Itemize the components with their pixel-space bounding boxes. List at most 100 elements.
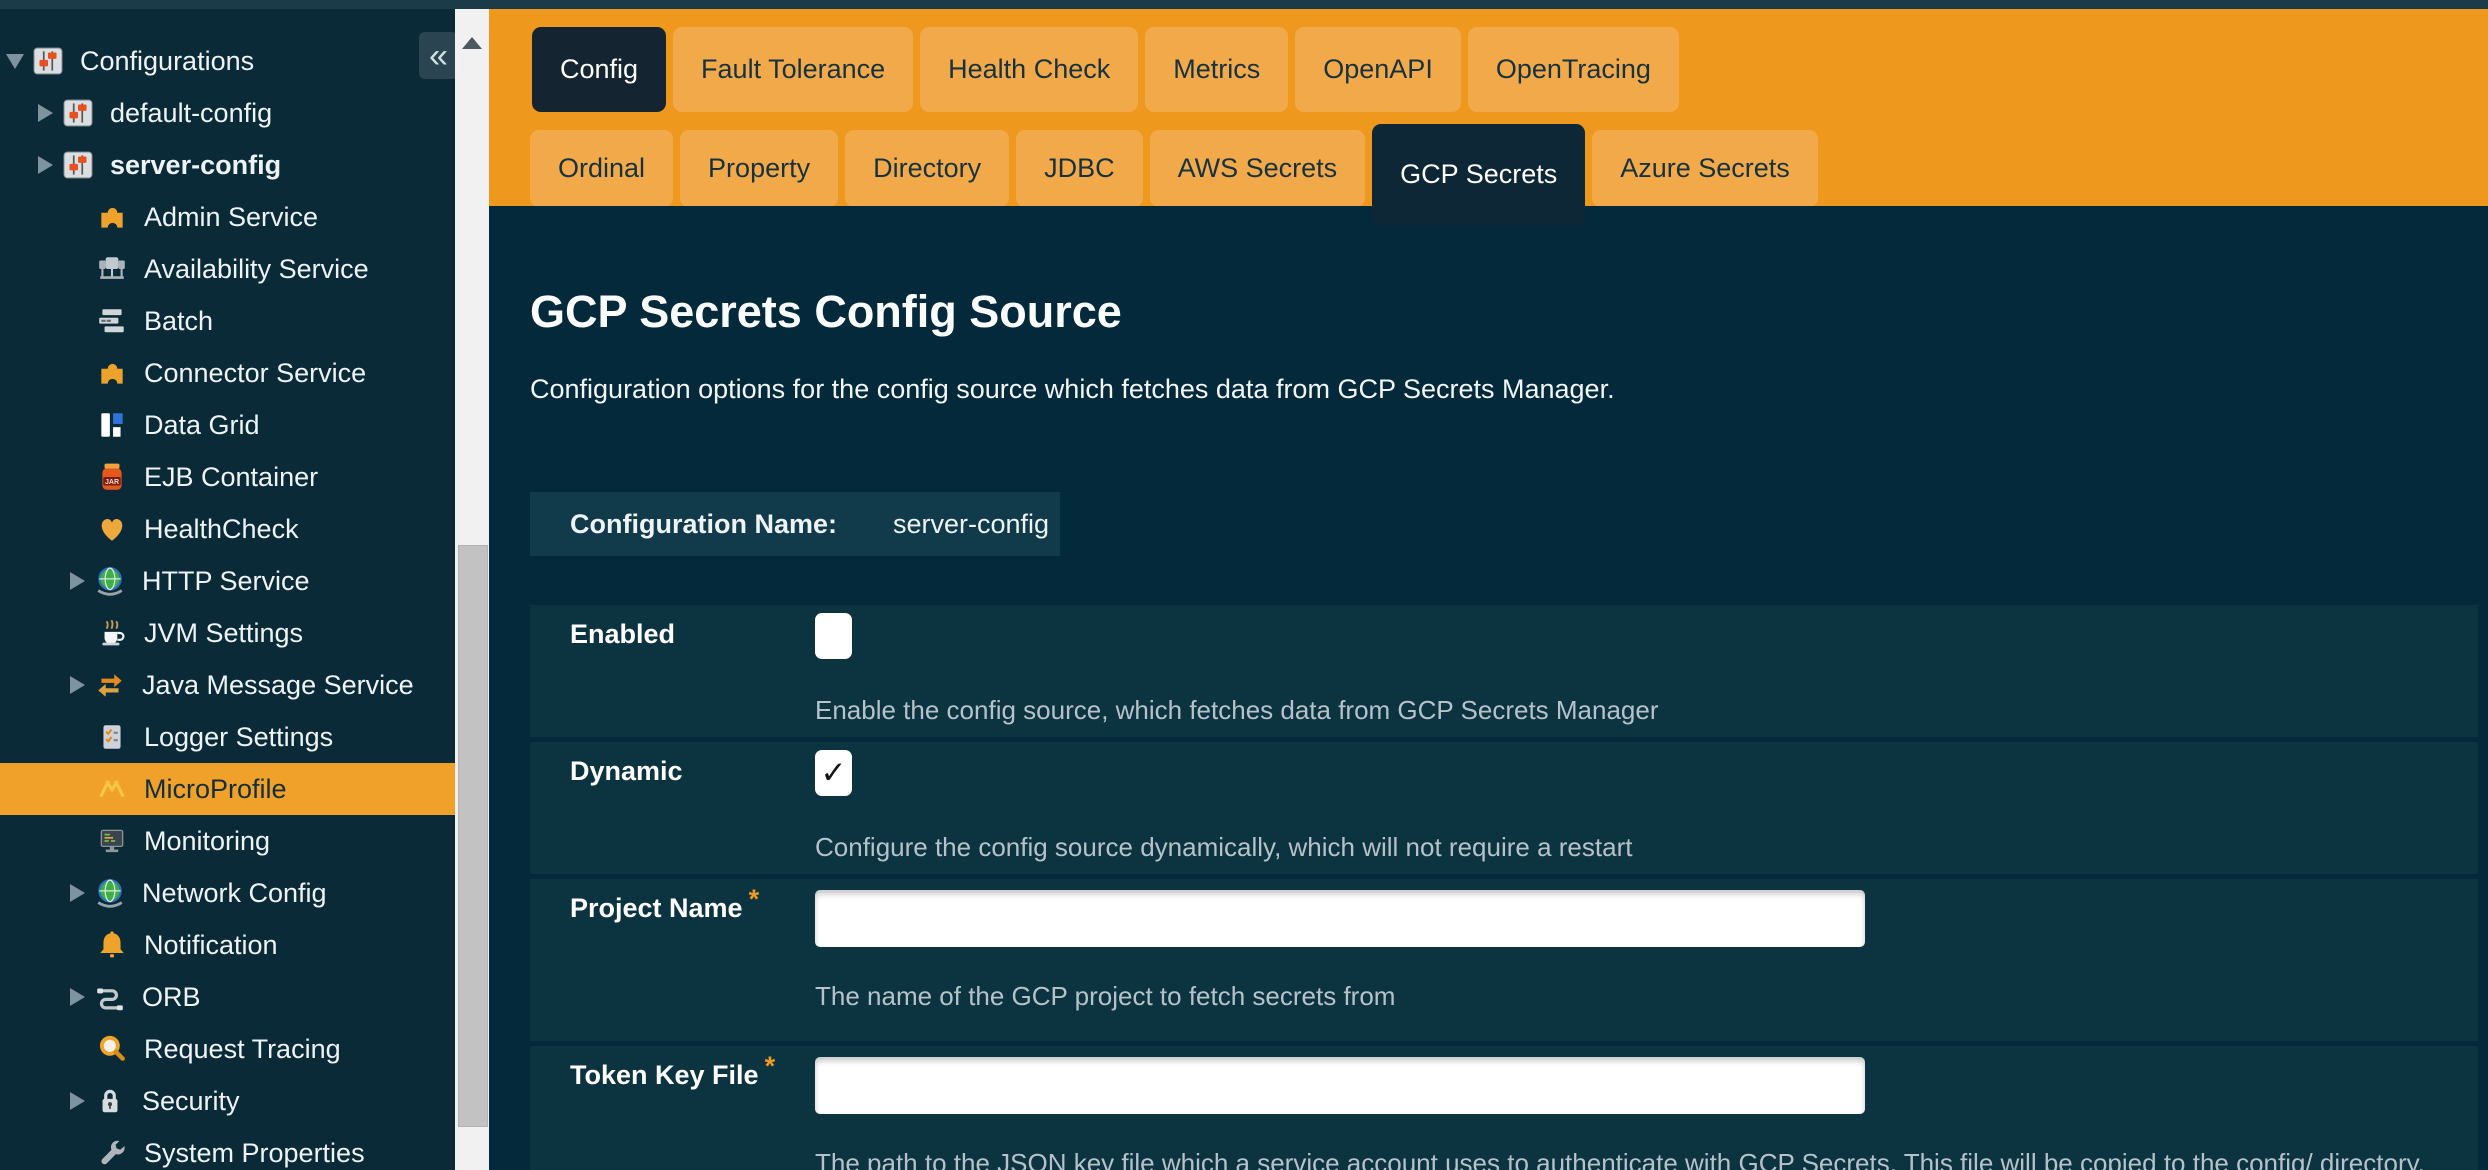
sidebar-item-label: Configurations — [80, 46, 254, 77]
field-help-text: Enable the config source, which fetches … — [815, 695, 1659, 726]
subtab-jdbc[interactable]: JDBC — [1016, 130, 1143, 207]
field-label-text: Token Key File — [570, 1060, 759, 1090]
sidebar-item-monitoring[interactable]: Monitoring — [0, 815, 455, 867]
sidebar-item-request-tracing[interactable]: Request Tracing — [0, 1023, 455, 1075]
chevron-right-icon[interactable] — [66, 884, 88, 902]
field-row-project-name: Project Name*The name of the GCP project… — [530, 879, 2478, 1041]
sidebar-item-label: Network Config — [142, 878, 327, 909]
tab-fault-tolerance[interactable]: Fault Tolerance — [673, 27, 913, 112]
tab-metrics[interactable]: Metrics — [1145, 27, 1288, 112]
sidebar-item-ejb-container[interactable]: JAR EJB Container — [0, 451, 455, 503]
configuration-tree: Configurations default-config server-confi… — [0, 9, 455, 1170]
coffee-icon — [96, 617, 128, 649]
tab-openapi[interactable]: OpenAPI — [1295, 27, 1461, 112]
chevron-right-icon[interactable] — [66, 676, 88, 694]
sidebar-item-orb[interactable]: ORB — [0, 971, 455, 1023]
subtab-property[interactable]: Property — [680, 130, 838, 207]
sidebar-item-network-config[interactable]: Network Config — [0, 867, 455, 919]
heart-icon — [96, 513, 128, 545]
sidebar-item-server-config[interactable]: server-config — [0, 139, 455, 191]
sidebar-item-microprofile[interactable]: MicroProfile — [0, 763, 455, 815]
page-title: GCP Secrets Config Source — [530, 286, 1122, 338]
sidebar-item-security[interactable]: Security — [0, 1075, 455, 1127]
main-content: GCP Secrets Config Source Configuration … — [489, 206, 2488, 1170]
tab-health-check[interactable]: Health Check — [920, 27, 1138, 112]
scrollbar-up-arrow-icon[interactable] — [462, 37, 482, 49]
sidebar-item-admin-service[interactable]: Admin Service — [0, 191, 455, 243]
sidebar-collapse-button[interactable]: « — [419, 32, 458, 79]
sidebar-item-batch[interactable]: Batch — [0, 295, 455, 347]
sidebar-item-label: Security — [142, 1086, 240, 1117]
sidebar-item-label: EJB Container — [144, 462, 318, 493]
sidebar-item-label: HTTP Service — [142, 566, 310, 597]
subtab-aws-secrets[interactable]: AWS Secrets — [1150, 130, 1366, 207]
subtab-gcp-secrets[interactable]: GCP Secrets — [1372, 124, 1585, 225]
sidebar-item-label: ORB — [142, 982, 201, 1013]
sliders-icon — [62, 149, 94, 181]
required-asterisk: * — [765, 1051, 776, 1081]
svg-text:JAR: JAR — [105, 479, 119, 486]
sidebar-item-default-config[interactable]: default-config — [0, 87, 455, 139]
chevron-right-icon[interactable] — [66, 1092, 88, 1110]
sidebar-item-label: JVM Settings — [144, 618, 303, 649]
sidebar-item-label: server-config — [110, 150, 281, 181]
chevron-right-icon[interactable] — [66, 572, 88, 590]
primary-tabs: ConfigFault ToleranceHealth CheckMetrics… — [532, 27, 1679, 112]
microprofile-icon — [96, 773, 128, 805]
subtab-directory[interactable]: Directory — [845, 130, 1009, 207]
sidebar-item-label: Admin Service — [144, 202, 318, 233]
chevron-right-icon[interactable] — [66, 988, 88, 1006]
sidebar-item-configurations[interactable]: Configurations — [0, 35, 455, 87]
sidebar-item-label: System Properties — [144, 1138, 365, 1169]
field-row-token-key-file: Token Key File*The path to the JSON key … — [530, 1046, 2478, 1170]
chevron-right-icon[interactable] — [34, 156, 56, 174]
sidebar-item-label: Logger Settings — [144, 722, 333, 753]
globe-icon — [94, 565, 126, 597]
sidebar-item-label: Request Tracing — [144, 1034, 341, 1065]
configuration-name-label: Configuration Name: — [570, 509, 837, 540]
token-key-file-input[interactable] — [815, 1057, 1865, 1114]
sidebar-item-http-service[interactable]: HTTP Service — [0, 555, 455, 607]
app-root: Configurations default-config server-confi… — [0, 0, 2488, 1170]
tab-opentracing[interactable]: OpenTracing — [1468, 27, 1679, 112]
configuration-name-panel: Configuration Name: server-config — [530, 492, 1060, 556]
sidebar-item-logger-settings[interactable]: Logger Settings — [0, 711, 455, 763]
dynamic-checkbox[interactable]: ✓ — [815, 750, 852, 796]
sidebar-item-label: MicroProfile — [144, 774, 287, 805]
sidebar-item-notification[interactable]: Notification — [0, 919, 455, 971]
sidebar-item-label: Java Message Service — [142, 670, 414, 701]
scrollbar-thumb[interactable] — [458, 545, 488, 1127]
tab-header: ConfigFault ToleranceHealth CheckMetrics… — [489, 9, 2488, 206]
top-strip — [0, 0, 2488, 9]
sidebar-item-jvm-settings[interactable]: JVM Settings — [0, 607, 455, 659]
arrows-icon — [94, 669, 126, 701]
sidebar-item-healthcheck[interactable]: HealthCheck — [0, 503, 455, 555]
sidebar-item-availability-service[interactable]: Availability Service — [0, 243, 455, 295]
sidebar-item-connector-service[interactable]: Connector Service — [0, 347, 455, 399]
jar-icon: JAR — [96, 461, 128, 493]
sliders-icon — [62, 97, 94, 129]
enabled-checkbox[interactable] — [815, 613, 852, 659]
form-fields: EnabledEnable the config source, which f… — [530, 605, 2478, 1170]
sidebar-item-label: default-config — [110, 98, 272, 129]
chevron-right-icon[interactable] — [34, 104, 56, 122]
subtab-ordinal[interactable]: Ordinal — [530, 130, 673, 207]
sidebar-item-java-message-service[interactable]: Java Message Service — [0, 659, 455, 711]
sidebar-item-label: HealthCheck — [144, 514, 299, 545]
sidebar-scrollbar[interactable] — [455, 9, 489, 1170]
sidebar-item-system-properties[interactable]: System Properties — [0, 1127, 455, 1170]
wrench-icon — [96, 1137, 128, 1169]
datagrid-icon — [96, 409, 128, 441]
plug-icon — [94, 981, 126, 1013]
chevron-down-icon[interactable] — [4, 54, 26, 69]
required-asterisk: * — [749, 884, 760, 914]
tab-config[interactable]: Config — [532, 27, 666, 112]
sidebar-item-label: Availability Service — [144, 254, 369, 285]
field-label-text: Dynamic — [570, 756, 683, 786]
subtab-azure-secrets[interactable]: Azure Secrets — [1592, 130, 1818, 207]
puzzle-icon — [96, 201, 128, 233]
project-name-input[interactable] — [815, 890, 1865, 947]
sidebar-item-label: Data Grid — [144, 410, 260, 441]
sidebar-item-data-grid[interactable]: Data Grid — [0, 399, 455, 451]
field-row-enabled: EnabledEnable the config source, which f… — [530, 605, 2478, 737]
